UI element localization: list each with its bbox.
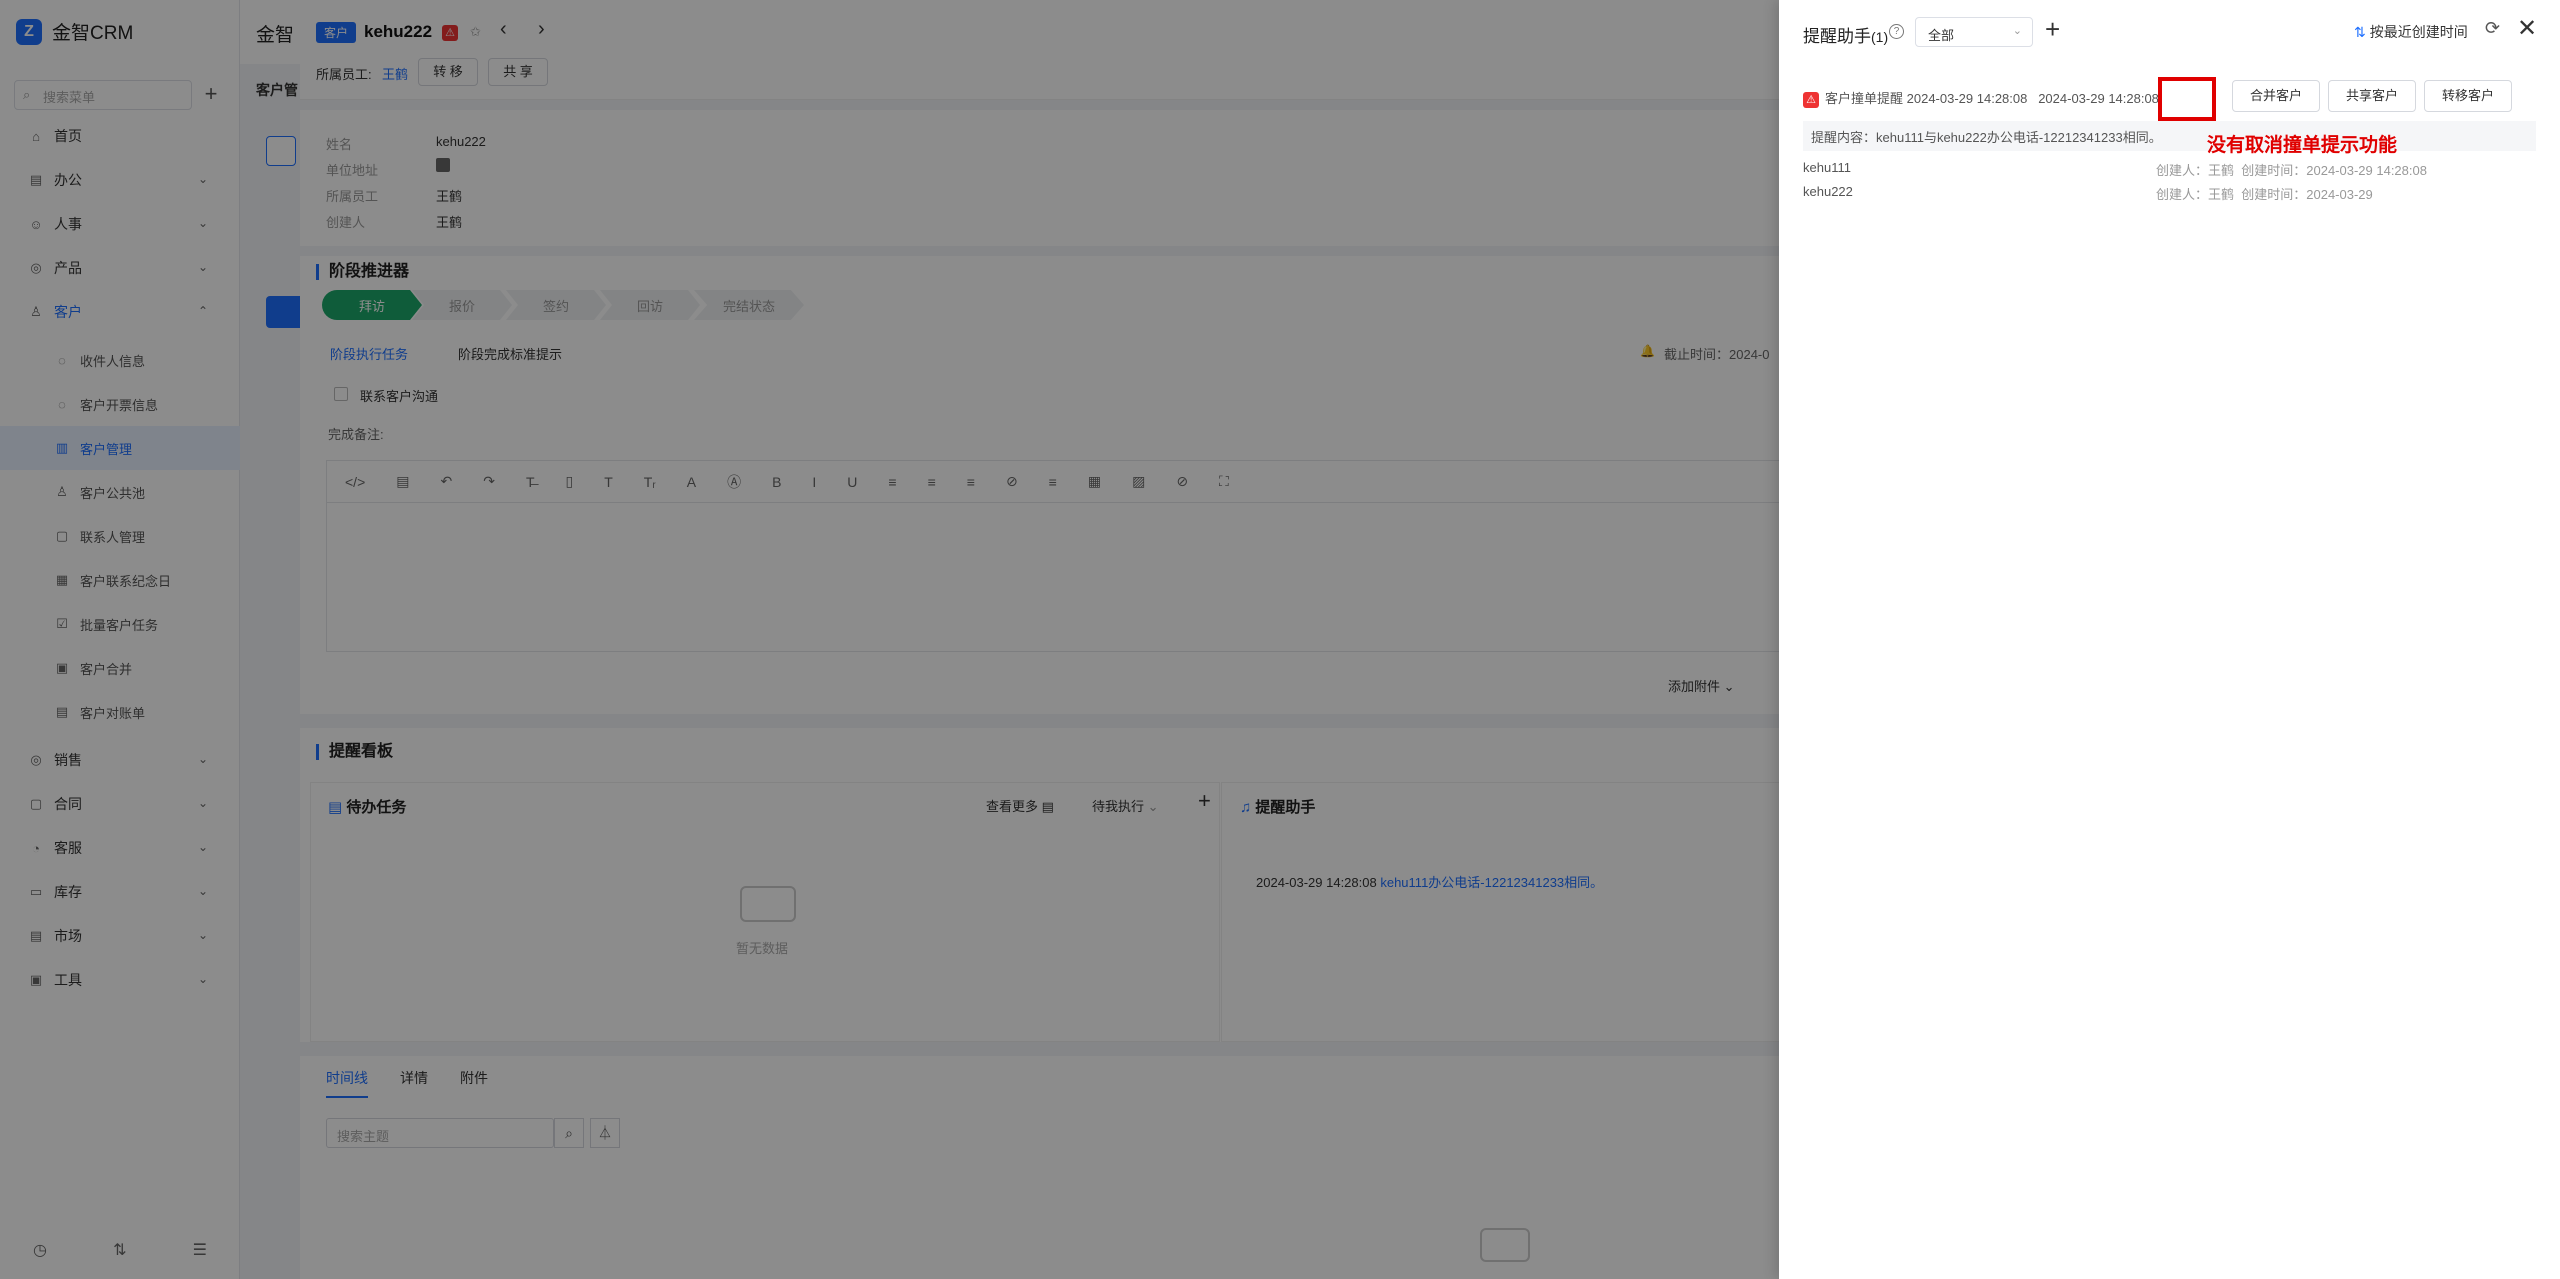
annotation-highlight-box	[2158, 77, 2216, 121]
customer-row-name[interactable]: kehu111	[1803, 160, 1851, 175]
refresh-icon[interactable]: ⟳	[2485, 18, 2500, 39]
customer-row-meta: 创建人：王鹤 创建时间：2024-03-29 14:28:08	[2156, 160, 2427, 179]
reminder-content: 提醒内容：kehu111与kehu222办公电话-12212341233相同。	[1803, 121, 2536, 151]
customer-row-name[interactable]: kehu222	[1803, 184, 1853, 199]
add-reminder-icon[interactable]: +	[2045, 14, 2060, 45]
sort-label: 按最近创建时间	[2369, 24, 2468, 40]
reminder-count: (1)	[1871, 29, 1889, 45]
drawer-title: 提醒助手(1)	[1803, 22, 1888, 47]
drawer-title-text: 提醒助手	[1803, 27, 1871, 46]
help-icon[interactable]: ?	[1889, 24, 1904, 39]
reminder-filter-select[interactable]: 全部 ⌄	[1915, 17, 2033, 47]
close-icon[interactable]: ✕	[2517, 14, 2537, 43]
customer-row-meta: 创建人：王鹤 创建时间：2024-03-29	[2156, 184, 2373, 203]
reminder-time: 2024-03-29 14:28:08	[2038, 91, 2159, 106]
reminder-type: 客户撞单提醒	[1825, 91, 1904, 106]
share-customer-button[interactable]: 共享客户	[2328, 80, 2416, 112]
transfer-customer-button[interactable]: 转移客户	[2424, 80, 2512, 112]
reminder-assistant-drawer: 提醒助手(1) ? 全部 ⌄ + ⇅ 按最近创建时间 ⟳ ✕ ⚠ 客户撞单提醒 202…	[1779, 0, 2560, 1279]
annotation-note: 没有取消撞单提示功能	[2207, 134, 2398, 156]
sort-button[interactable]: ⇅ 按最近创建时间	[2354, 22, 2468, 42]
row-created: 创建时间：2024-03-29	[2241, 187, 2373, 202]
chevron-down-icon: ⌄	[2012, 25, 2022, 37]
row-creator: 创建人：王鹤	[2156, 163, 2235, 178]
reminder-header: ⚠ 客户撞单提醒 2024-03-29 14:28:08 2024-03-29 1…	[1803, 88, 2159, 108]
reminder-time: 2024-03-29 14:28:08	[1906, 91, 2028, 106]
row-creator: 创建人：王鹤	[2156, 187, 2235, 202]
merge-customer-button[interactable]: 合并客户	[2232, 80, 2320, 112]
row-created: 创建时间：2024-03-29 14:28:08	[2241, 163, 2427, 178]
alert-badge-icon: ⚠	[1803, 92, 1819, 108]
reminder-filter-value: 全部	[1928, 28, 1955, 43]
detail-dim-overlay	[300, 0, 1779, 1279]
sort-icon: ⇅	[2354, 24, 2366, 40]
